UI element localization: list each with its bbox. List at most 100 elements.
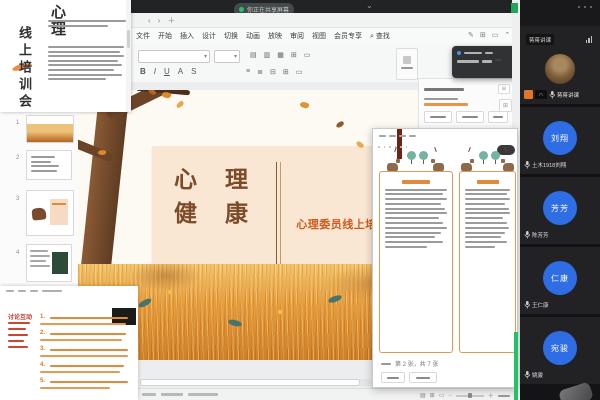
align-left-icon[interactable]: ≡ (246, 68, 250, 76)
reading-view-icon[interactable]: ▭ (439, 392, 445, 399)
scrollbar-thumb[interactable] (140, 379, 360, 386)
shape-icon[interactable]: ▭ (304, 51, 311, 59)
window-controls[interactable] (578, 6, 592, 8)
text-line (465, 246, 495, 248)
paragraph-icons: ≡ ≣ ⊟ ⊞ ▭ (246, 68, 302, 76)
participant-tile[interactable]: 宛骏 姚骏 (520, 317, 600, 384)
normal-view-icon[interactable]: ▤ (420, 392, 426, 399)
underline-button[interactable]: U (164, 67, 170, 76)
participant-tile[interactable]: 蒋蒋讲课 ∩ 蒋蒋讲课 (520, 26, 600, 104)
text-line (385, 193, 443, 195)
paragraph-lines (48, 46, 124, 83)
new-tab-icon[interactable]: ＋ (167, 15, 175, 26)
menu-item-vip[interactable]: 会员专享 (334, 31, 362, 41)
slide-thumbnail[interactable] (26, 190, 74, 236)
menu-item-animation[interactable]: 动画 (246, 31, 260, 41)
microphone-icon (524, 301, 530, 309)
slide-thumbnail[interactable] (26, 244, 72, 282)
font-color-button[interactable]: A (178, 67, 183, 76)
bullet-list-icon[interactable]: ⊟ (270, 68, 276, 76)
comment-icon[interactable]: ✎ (468, 31, 474, 39)
grid-icon[interactable]: ⊞ (480, 31, 486, 39)
flower-decoration (278, 310, 282, 314)
mini-toolbar (6, 290, 62, 292)
doc-title-sub: 线上培训会 (14, 26, 33, 111)
zoom-percent (498, 395, 510, 397)
qr-icon[interactable]: ⊞ (499, 99, 512, 112)
align-center-icon[interactable]: ≣ (257, 68, 263, 76)
thumbnail-photo (52, 252, 68, 274)
participant-tile[interactable]: 刘翔 土木1918刘翔 (520, 107, 600, 174)
zoom-slider-knob[interactable] (468, 393, 472, 398)
menu-item-view[interactable]: 视图 (312, 31, 326, 41)
paste-icon[interactable]: ▤ (250, 51, 257, 59)
meeting-float-panel[interactable]: ⋯ (452, 46, 518, 78)
zoom-out-button[interactable]: − (448, 393, 452, 399)
discussion-list-window: 讨论互动 1. 2. 3. 4. 5. (0, 286, 138, 400)
text-line (385, 203, 441, 205)
copy-icon[interactable]: ▥ (264, 51, 271, 59)
menu-item-file[interactable]: 文件 (136, 31, 150, 41)
vip-text-line (424, 103, 468, 106)
tree-icon (419, 151, 428, 160)
grid-view-icon[interactable]: ⊞ (430, 392, 435, 399)
numbering-icon[interactable]: ⊞ (283, 68, 289, 76)
bold-button[interactable]: B (140, 67, 146, 76)
beautify-chip[interactable] (488, 111, 508, 123)
plant-decoration (227, 318, 242, 328)
zoom-in-button[interactable]: ＋ (488, 391, 494, 400)
ribbon-button[interactable] (396, 48, 418, 80)
font-family-select[interactable]: ▾ (138, 50, 210, 63)
ribbon-button-icon (403, 56, 411, 64)
collapse-ribbon-icon[interactable]: ⌃ (504, 31, 510, 39)
horizontal-scrollbar[interactable] (140, 379, 372, 386)
menu-item-transition[interactable]: 切换 (224, 31, 238, 41)
participant-tile[interactable]: 芳芳 陈芳芳 (520, 177, 600, 244)
menu-item-design[interactable]: 设计 (202, 31, 216, 41)
back-icon[interactable]: ‹ (148, 16, 151, 25)
font-size-select[interactable]: ▾ (214, 50, 240, 63)
slide-thumbnail[interactable] (26, 115, 74, 143)
window-icon[interactable]: ▭ (492, 31, 499, 39)
text-line (161, 393, 183, 396)
beautify-chip[interactable] (456, 111, 484, 123)
tree-icon (483, 160, 484, 164)
slide-thumbnail[interactable] (26, 150, 72, 180)
menu-item-home[interactable]: 开始 (158, 31, 172, 41)
vertical-scrollbar[interactable] (126, 0, 131, 112)
chevron-down-icon[interactable]: ⌄ (366, 1, 373, 10)
participant-name: 陈芳芳 (532, 231, 549, 239)
participant-name-tag: 蒋蒋讲课 (526, 34, 554, 45)
format-painter-icon[interactable]: ▦ (277, 51, 284, 59)
strikethrough-button[interactable]: S (191, 67, 196, 76)
text-lines (30, 250, 50, 267)
text-line (8, 322, 30, 324)
text-line (40, 355, 128, 357)
forward-icon[interactable]: › (158, 16, 161, 25)
scrollbar-thumb[interactable] (127, 30, 130, 48)
pane-icon-button[interactable]: ⊞ (498, 84, 510, 94)
text-line (399, 135, 406, 137)
zoom-slider[interactable] (456, 395, 484, 397)
text-line (465, 217, 503, 219)
avatar-initials: 芳芳 (551, 203, 569, 214)
menu-item-slideshow[interactable]: 放映 (268, 31, 282, 41)
annotate-button[interactable] (409, 372, 437, 383)
antler-icon (468, 147, 471, 152)
playback-button[interactable] (381, 372, 405, 383)
search-command[interactable]: ⌕ 查找 (370, 31, 390, 41)
beautify-chip[interactable] (424, 111, 452, 123)
text-line (381, 363, 391, 365)
italic-button[interactable]: I (154, 67, 156, 76)
line-spacing-icon[interactable]: ▭ (296, 68, 303, 76)
participant-tile[interactable]: 仁康 王仁康 (520, 247, 600, 314)
avatar: 芳芳 (543, 191, 577, 225)
host-badge-icon (524, 90, 533, 99)
text-line (18, 290, 26, 292)
text-line (465, 193, 507, 195)
slideshow-window: 第 2 张，共 7 张 (372, 128, 518, 388)
table-icon[interactable]: ⊞ (291, 51, 297, 59)
menu-item-review[interactable]: 审阅 (290, 31, 304, 41)
menu-item-insert[interactable]: 插入 (180, 31, 194, 41)
text-line (389, 135, 396, 137)
